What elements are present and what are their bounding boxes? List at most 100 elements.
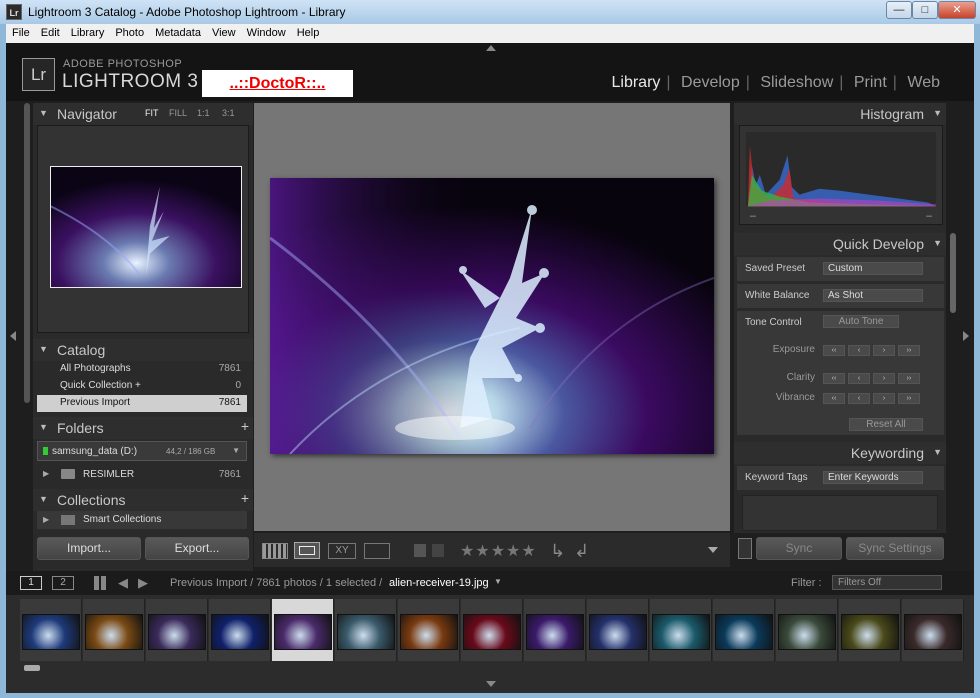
- toolbar-menu-icon[interactable]: [708, 547, 718, 553]
- filmstrip-cell[interactable]: [587, 599, 649, 661]
- zoom-fill[interactable]: FILL: [169, 108, 187, 118]
- filmstrip-cell[interactable]: [83, 599, 145, 661]
- menu-metadata[interactable]: Metadata: [149, 24, 206, 39]
- vibrance-stepper[interactable]: ‹‹ ‹ › ››: [823, 392, 923, 404]
- quick-develop-header[interactable]: Quick Develop ▼: [734, 233, 946, 255]
- reset-all-button[interactable]: Reset All: [849, 418, 923, 431]
- top-panel-toggle-icon[interactable]: [486, 45, 496, 51]
- filmstrip-thumbnail[interactable]: [463, 614, 521, 650]
- filmstrip-cell[interactable]: [209, 599, 271, 661]
- grid-view-icon[interactable]: [94, 576, 108, 590]
- navigator-header[interactable]: ▼ Navigator FIT FILL 1:1 3:1: [33, 103, 253, 125]
- grid-view-icon[interactable]: [262, 543, 288, 559]
- left-panel-toggle-icon[interactable]: [10, 331, 16, 341]
- filmstrip-thumbnail[interactable]: [85, 614, 143, 650]
- left-scrollbar[interactable]: [24, 103, 30, 403]
- filmstrip-filename[interactable]: alien-receiver-19.jpg: [389, 577, 489, 589]
- filmstrip-cell[interactable]: [902, 599, 964, 661]
- zoom-fit[interactable]: FIT: [145, 108, 159, 118]
- rating-stars[interactable]: ★★★★★: [460, 541, 537, 561]
- filmstrip-cell[interactable]: [839, 599, 901, 661]
- export-button[interactable]: Export...: [145, 537, 249, 560]
- screen-1-button[interactable]: 1: [20, 576, 42, 590]
- sync-button[interactable]: Sync: [756, 537, 842, 560]
- loupe-view-icon[interactable]: [294, 542, 320, 559]
- navigator-preview-image[interactable]: [50, 166, 242, 288]
- minimize-button[interactable]: —: [886, 1, 912, 19]
- saved-preset-select[interactable]: Custom: [823, 262, 923, 275]
- catalog-item-quick-collection[interactable]: Quick Collection +0: [37, 378, 247, 395]
- flag-pick-icon[interactable]: [414, 544, 426, 557]
- collection-item-smart[interactable]: ▶ Smart Collections: [37, 511, 247, 529]
- filmstrip-thumbnail[interactable]: [778, 614, 836, 650]
- add-folder-icon[interactable]: +: [241, 418, 249, 434]
- menu-library[interactable]: Library: [65, 24, 110, 39]
- close-button[interactable]: ✕: [938, 1, 976, 19]
- rotate-right-icon[interactable]: ↲: [574, 541, 589, 562]
- main-photo[interactable]: [270, 178, 714, 454]
- rotate-left-icon[interactable]: ↳: [550, 541, 565, 562]
- filmstrip-scrollbar[interactable]: [24, 665, 40, 671]
- flag-reject-icon[interactable]: [432, 544, 444, 557]
- filmstrip-cell[interactable]: [272, 599, 334, 661]
- folders-header[interactable]: ▼ Folders +: [33, 417, 253, 439]
- filmstrip-thumbnail[interactable]: [22, 614, 80, 650]
- survey-view-icon[interactable]: [364, 543, 390, 559]
- auto-tone-button[interactable]: Auto Tone: [823, 315, 899, 328]
- maximize-button[interactable]: □: [912, 1, 938, 19]
- bottom-panel-toggle-icon[interactable]: [486, 681, 496, 687]
- filmstrip-cell[interactable]: [776, 599, 838, 661]
- menu-file[interactable]: File: [6, 24, 35, 39]
- zoom-3-1[interactable]: 3:1: [222, 108, 235, 118]
- filmstrip-thumbnail[interactable]: [715, 614, 773, 650]
- filmstrip-thumbnail[interactable]: [526, 614, 584, 650]
- histogram-chart[interactable]: [739, 125, 943, 225]
- import-button[interactable]: Import...: [37, 537, 141, 560]
- module-slideshow[interactable]: Slideshow: [754, 74, 839, 91]
- module-web[interactable]: Web: [901, 74, 946, 91]
- module-print[interactable]: Print: [848, 74, 893, 91]
- module-library[interactable]: Library: [606, 74, 667, 91]
- exposure-stepper[interactable]: ‹‹ ‹ › ››: [823, 344, 923, 356]
- compare-view-icon[interactable]: XY: [328, 543, 356, 559]
- collections-header[interactable]: ▼ Collections +: [33, 489, 253, 511]
- right-scrollbar[interactable]: [950, 233, 956, 313]
- keyword-entry-area[interactable]: [742, 495, 938, 531]
- menu-help[interactable]: Help: [291, 24, 325, 39]
- filmstrip-thumbnail[interactable]: [274, 614, 332, 650]
- menu-window[interactable]: Window: [241, 24, 291, 39]
- filmstrip-cell[interactable]: [398, 599, 460, 661]
- filmstrip-cell[interactable]: [335, 599, 397, 661]
- zoom-1-1[interactable]: 1:1: [197, 108, 210, 118]
- filename-dropdown-icon[interactable]: ▼: [494, 577, 502, 586]
- menu-edit[interactable]: Edit: [35, 24, 65, 39]
- catalog-item-previous-import[interactable]: Previous Import 7861: [37, 395, 247, 412]
- filmstrip-cell[interactable]: [20, 599, 82, 661]
- menu-view[interactable]: View: [206, 24, 241, 39]
- add-collection-icon[interactable]: +: [241, 490, 249, 506]
- filmstrip-cell[interactable]: [146, 599, 208, 661]
- back-arrow-icon[interactable]: ◀: [118, 575, 128, 591]
- filmstrip-thumbnail[interactable]: [211, 614, 269, 650]
- histogram-header[interactable]: Histogram ▼: [734, 103, 946, 125]
- catalog-header[interactable]: ▼ Catalog: [33, 339, 253, 361]
- filmstrip-thumbnail[interactable]: [337, 614, 395, 650]
- forward-arrow-icon[interactable]: ▶: [138, 575, 148, 591]
- filmstrip-thumbnail[interactable]: [589, 614, 647, 650]
- filter-select[interactable]: Filters Off: [832, 575, 942, 590]
- menu-photo[interactable]: Photo: [109, 24, 149, 39]
- white-balance-select[interactable]: As Shot: [823, 289, 923, 302]
- sync-switch-icon[interactable]: [738, 538, 752, 559]
- keywording-header[interactable]: Keywording ▼: [734, 442, 946, 464]
- catalog-item-all-photographs[interactable]: All Photographs 7861: [37, 361, 247, 378]
- screen-2-button[interactable]: 2: [52, 576, 74, 590]
- filmstrip-cell[interactable]: [524, 599, 586, 661]
- right-panel-toggle-icon[interactable]: [963, 331, 969, 341]
- sync-settings-button[interactable]: Sync Settings: [846, 537, 944, 560]
- keyword-tags-select[interactable]: Enter Keywords: [823, 471, 923, 484]
- module-develop[interactable]: Develop: [675, 74, 746, 91]
- filmstrip-cell[interactable]: [650, 599, 712, 661]
- filmstrip-thumbnail[interactable]: [400, 614, 458, 650]
- clarity-stepper[interactable]: ‹‹ ‹ › ››: [823, 372, 923, 384]
- filmstrip-cell[interactable]: [713, 599, 775, 661]
